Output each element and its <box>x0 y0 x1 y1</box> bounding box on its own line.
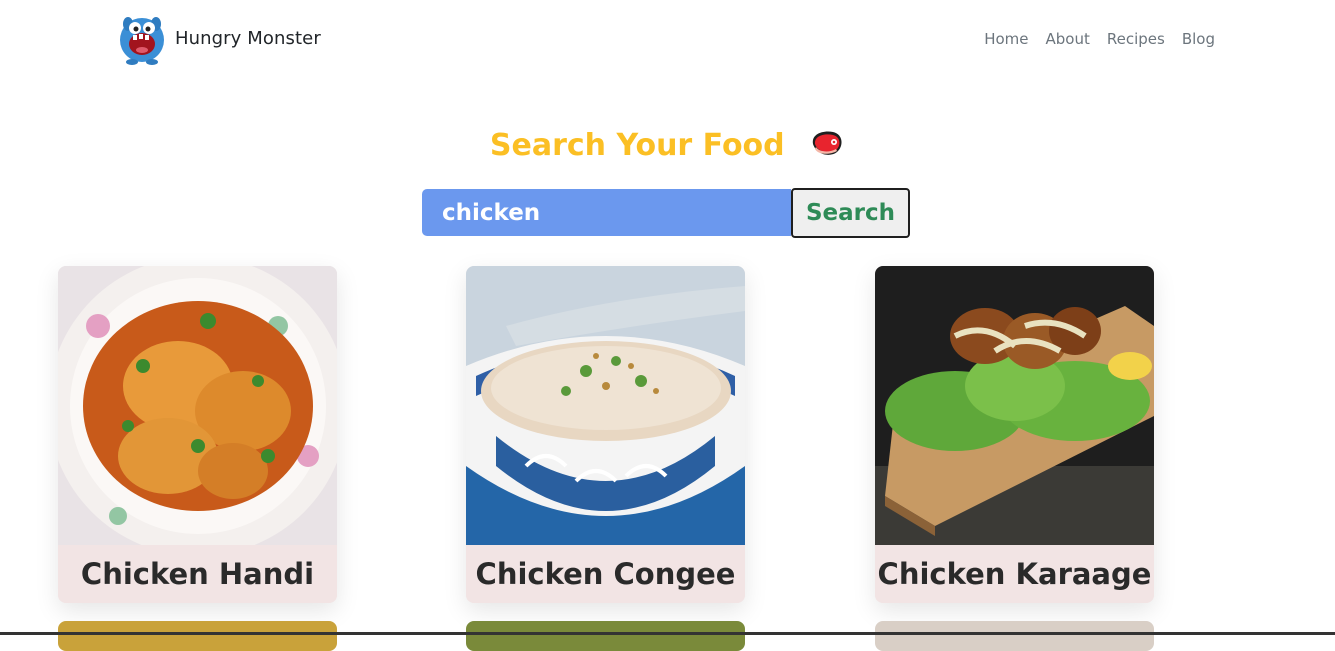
brand[interactable]: Hungry Monster <box>116 10 321 66</box>
meal-card-partial[interactable] <box>58 621 337 651</box>
meal-card[interactable]: Chicken Congee <box>466 266 745 603</box>
nav-home[interactable]: Home <box>984 30 1028 48</box>
chicken-karaage-image <box>875 266 1154 545</box>
meal-card-partial[interactable] <box>875 621 1154 651</box>
meal-name: Chicken Handi <box>58 545 337 603</box>
meat-icon <box>812 131 842 155</box>
page-title: Search Your Food <box>0 128 1335 163</box>
nav-blog[interactable]: Blog <box>1182 30 1215 48</box>
meal-card[interactable]: Chicken Karaage <box>875 266 1154 603</box>
chicken-congee-image <box>466 266 745 545</box>
search-button[interactable]: Search <box>791 188 910 238</box>
nav-recipes[interactable]: Recipes <box>1107 30 1165 48</box>
navbar: Hungry Monster Home About Recipes Blog <box>0 0 1335 80</box>
meal-card[interactable]: Chicken Handi <box>58 266 337 603</box>
page-title-text: Search Your Food <box>489 128 785 163</box>
meal-name: Chicken Karaage <box>875 545 1154 603</box>
brand-name: Hungry Monster <box>175 27 321 49</box>
search-input[interactable] <box>422 189 791 236</box>
nav-links: Home About Recipes Blog <box>984 30 1215 48</box>
chicken-handi-image <box>58 266 337 545</box>
nav-about[interactable]: About <box>1046 30 1090 48</box>
meal-name: Chicken Congee <box>466 545 745 603</box>
monster-logo-icon <box>120 17 164 65</box>
meal-card-partial[interactable] <box>466 621 745 651</box>
